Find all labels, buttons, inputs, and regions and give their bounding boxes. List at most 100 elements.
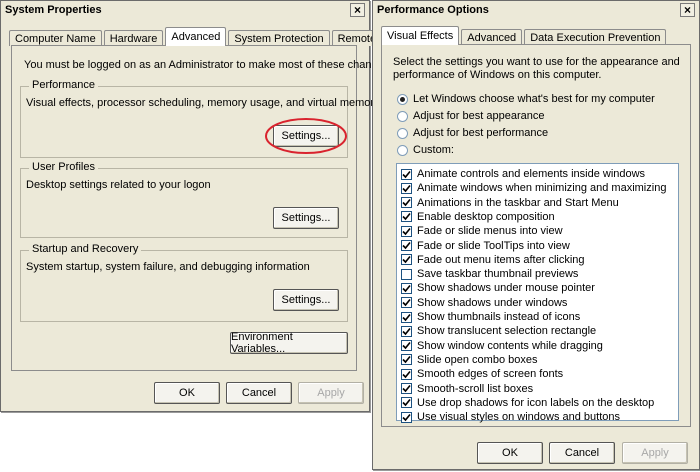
user-profiles-description: Desktop settings related to your logon bbox=[26, 179, 211, 191]
checkbox-checked[interactable] bbox=[401, 340, 412, 352]
checkbox-checked[interactable] bbox=[401, 325, 412, 337]
effect-item[interactable]: Smooth-scroll list boxes bbox=[401, 382, 533, 396]
checkbox-checked[interactable] bbox=[401, 411, 412, 423]
radio-indicator[interactable] bbox=[397, 144, 408, 156]
effect-label: Show shadows under windows bbox=[417, 296, 568, 309]
checkbox-checked[interactable] bbox=[401, 225, 412, 237]
tab-data-execution-prevention[interactable]: Data Execution Prevention bbox=[524, 29, 667, 45]
checkbox-checked[interactable] bbox=[401, 282, 412, 294]
radio-let-windows-choose[interactable]: Let Windows choose what's best for my co… bbox=[397, 93, 655, 105]
effect-label: Smooth-scroll list boxes bbox=[417, 382, 534, 395]
user-profiles-settings-button[interactable]: Settings... bbox=[273, 207, 339, 229]
radio-label: Let Windows choose what's best for my co… bbox=[413, 93, 655, 105]
checkbox-checked[interactable] bbox=[401, 211, 412, 223]
radio-label: Adjust for best performance bbox=[413, 127, 549, 139]
radio-indicator[interactable] bbox=[397, 127, 408, 139]
tab-visual-effects[interactable]: Visual Effects bbox=[381, 26, 460, 45]
visual-effects-list[interactable]: Animate controls and elements inside win… bbox=[396, 163, 679, 424]
checkbox-checked[interactable] bbox=[401, 182, 412, 194]
environment-variables-button[interactable]: Environment Variables... bbox=[230, 331, 348, 355]
checkbox-checked[interactable] bbox=[401, 197, 412, 209]
effect-label: Animate windows when minimizing and maxi… bbox=[417, 182, 667, 195]
cancel-button[interactable]: Cancel bbox=[549, 442, 615, 464]
checkmark-icon bbox=[402, 241, 411, 250]
effect-item[interactable]: Smooth edges of screen fonts bbox=[401, 367, 563, 381]
window-title: Performance Options bbox=[377, 4, 489, 16]
cancel-button[interactable]: Cancel bbox=[226, 382, 292, 404]
ok-button[interactable]: OK bbox=[477, 442, 543, 464]
effect-item[interactable]: Show shadows under mouse pointer bbox=[401, 281, 595, 295]
system-properties-window: System Properties × Computer Name Hardwa… bbox=[0, 0, 392, 412]
performance-title: Performance bbox=[29, 79, 98, 91]
effect-label: Fade or slide ToolTips into view bbox=[417, 239, 570, 252]
apply-button[interactable]: Apply bbox=[298, 382, 364, 404]
checkbox-checked[interactable] bbox=[401, 240, 412, 251]
checkbox-checked[interactable] bbox=[401, 354, 412, 366]
checkbox-checked[interactable] bbox=[401, 397, 412, 409]
checkmark-icon bbox=[402, 399, 411, 407]
effect-label: Fade out menu items after clicking bbox=[417, 253, 585, 266]
user-profiles-group: User Profiles Desktop settings related t… bbox=[20, 161, 348, 238]
radio-indicator[interactable] bbox=[397, 110, 408, 122]
tab-computer-name[interactable]: Computer Name bbox=[9, 30, 102, 46]
radio-label: Adjust for best appearance bbox=[413, 110, 545, 122]
close-button[interactable]: × bbox=[350, 3, 365, 17]
tab-strip: Visual Effects Advanced Data Execution P… bbox=[381, 26, 668, 45]
radio-indicator[interactable] bbox=[397, 93, 408, 105]
effect-item[interactable]: Use visual styles on windows and buttons bbox=[401, 410, 620, 424]
effect-item[interactable]: Fade or slide ToolTips into view bbox=[401, 239, 570, 253]
radio-best-performance[interactable]: Adjust for best performance bbox=[397, 127, 548, 139]
startup-recovery-title: Startup and Recovery bbox=[29, 243, 142, 255]
radio-custom[interactable]: Custom: bbox=[397, 144, 454, 156]
effect-item[interactable]: Animate controls and elements inside win… bbox=[401, 167, 645, 181]
performance-group: Performance Visual effects, processor sc… bbox=[20, 79, 380, 158]
performance-options-window: Performance Options × Visual Effects Adv… bbox=[372, 0, 700, 470]
checkmark-icon bbox=[402, 327, 411, 335]
checkmark-icon bbox=[402, 313, 411, 321]
checkbox-checked[interactable] bbox=[401, 297, 412, 309]
startup-recovery-settings-button[interactable]: Settings... bbox=[273, 289, 339, 311]
user-profiles-title: User Profiles bbox=[29, 161, 98, 173]
checkmark-icon bbox=[402, 227, 411, 235]
system-properties-titlebar[interactable]: System Properties × bbox=[1, 1, 369, 19]
ok-button[interactable]: OK bbox=[154, 382, 220, 404]
startup-recovery-group: Startup and Recovery System startup, sys… bbox=[20, 243, 348, 322]
effect-label: Show shadows under mouse pointer bbox=[417, 282, 595, 295]
checkbox-checked[interactable] bbox=[401, 383, 412, 394]
tab-advanced[interactable]: Advanced bbox=[165, 27, 227, 46]
effect-item[interactable]: Save taskbar thumbnail previews bbox=[401, 267, 578, 281]
effect-item[interactable]: Show thumbnails instead of icons bbox=[401, 310, 580, 324]
admin-note: You must be logged on as an Administrato… bbox=[24, 59, 393, 71]
effect-label: Use drop shadows for icon labels on the … bbox=[417, 396, 655, 409]
checkbox-checked[interactable] bbox=[401, 311, 412, 323]
performance-options-titlebar[interactable]: Performance Options × bbox=[373, 1, 699, 19]
effect-item[interactable]: Fade out menu items after clicking bbox=[401, 253, 585, 267]
checkbox-checked[interactable] bbox=[401, 254, 412, 266]
radio-best-appearance[interactable]: Adjust for best appearance bbox=[397, 110, 544, 122]
window-title: System Properties bbox=[5, 4, 102, 16]
effect-item[interactable]: Fade or slide menus into view bbox=[401, 224, 563, 238]
apply-button[interactable]: Apply bbox=[622, 442, 688, 464]
effect-item[interactable]: Show window contents while dragging bbox=[401, 339, 603, 353]
checkbox-unchecked[interactable] bbox=[401, 268, 412, 280]
effect-item[interactable]: Animate windows when minimizing and maxi… bbox=[401, 181, 666, 195]
effect-item[interactable]: Animations in the taskbar and Start Menu bbox=[401, 196, 619, 210]
checkmark-icon bbox=[402, 299, 411, 307]
effect-item[interactable]: Show translucent selection rectangle bbox=[401, 324, 596, 338]
effect-item[interactable]: Show shadows under windows bbox=[401, 296, 567, 310]
highlight-ellipse bbox=[265, 118, 347, 154]
effect-item[interactable]: Enable desktop composition bbox=[401, 210, 555, 224]
tab-hardware[interactable]: Hardware bbox=[103, 30, 164, 46]
effect-label: Enable desktop composition bbox=[417, 210, 555, 223]
effect-label: Use visual styles on windows and buttons bbox=[417, 411, 620, 424]
tab-advanced[interactable]: Advanced bbox=[461, 29, 523, 45]
tab-system-protection[interactable]: System Protection bbox=[228, 30, 330, 46]
effect-label: Slide open combo boxes bbox=[417, 353, 538, 366]
effect-item[interactable]: Use drop shadows for icon labels on the … bbox=[401, 396, 654, 410]
checkbox-checked[interactable] bbox=[401, 368, 412, 380]
checkbox-checked[interactable] bbox=[401, 168, 412, 180]
effect-item[interactable]: Slide open combo boxes bbox=[401, 353, 537, 367]
close-button[interactable]: × bbox=[680, 3, 695, 17]
radio-label: Custom: bbox=[413, 144, 454, 156]
effect-label: Show translucent selection rectangle bbox=[417, 325, 597, 338]
